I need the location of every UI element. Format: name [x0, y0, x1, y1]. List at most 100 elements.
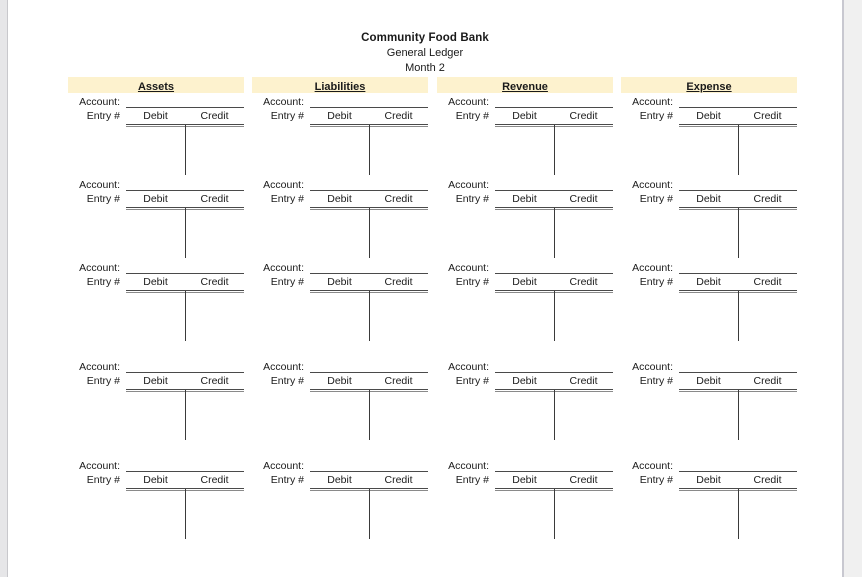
- t-account-side-labels: Account: Entry #: [252, 261, 304, 290]
- column-header-liabilities[interactable]: Liabilities: [252, 77, 428, 93]
- credit-column-header: Credit: [569, 474, 598, 486]
- debit-credit-header-row: Debit Credit: [679, 192, 797, 208]
- account-name-input[interactable]: [679, 372, 797, 373]
- account-label: Account:: [263, 460, 304, 472]
- credit-column-header: Credit: [384, 474, 413, 486]
- t-account-expense-2: Account: Entry # Debit Credit: [621, 178, 797, 258]
- account-name-input[interactable]: [126, 190, 244, 191]
- entry-number-label: Entry #: [270, 375, 304, 387]
- t-account-assets-5: Account: Entry # Debit Credit: [68, 459, 244, 539]
- credit-column-header: Credit: [753, 193, 782, 205]
- debit-credit-header-row: Debit Credit: [679, 275, 797, 291]
- t-account-divider: [184, 390, 186, 440]
- account-name-input[interactable]: [679, 190, 797, 191]
- account-label: Account:: [448, 179, 489, 191]
- t-account-divider: [737, 125, 739, 175]
- account-name-input[interactable]: [679, 107, 797, 108]
- account-name-input[interactable]: [310, 273, 428, 274]
- t-account-side-labels: Account: Entry #: [68, 459, 120, 488]
- t-account-side-labels: Account: Entry #: [621, 459, 673, 488]
- t-account-divider: [184, 489, 186, 539]
- t-account-side-labels: Account: Entry #: [252, 459, 304, 488]
- credit-column-header: Credit: [200, 375, 229, 387]
- account-name-input[interactable]: [495, 273, 613, 274]
- account-name-input[interactable]: [310, 107, 428, 108]
- column-header-assets[interactable]: Assets: [68, 77, 244, 93]
- account-name-input[interactable]: [495, 372, 613, 373]
- debit-column-header: Debit: [143, 110, 168, 122]
- debit-column-header: Debit: [327, 276, 352, 288]
- t-account-liabilities-2: Account: Entry # Debit Credit: [252, 178, 428, 258]
- debit-credit-header-row: Debit Credit: [310, 275, 428, 291]
- t-account-divider: [368, 291, 370, 341]
- account-label: Account:: [448, 361, 489, 373]
- debit-credit-header-row: Debit Credit: [310, 192, 428, 208]
- t-account-revenue-5: Account: Entry # Debit Credit: [437, 459, 613, 539]
- page-left-margin-strip: [0, 0, 8, 577]
- account-name-input[interactable]: [495, 190, 613, 191]
- account-name-input[interactable]: [126, 107, 244, 108]
- t-account-divider: [553, 125, 555, 175]
- debit-column-header: Debit: [696, 193, 721, 205]
- debit-column-header: Debit: [696, 110, 721, 122]
- account-name-input[interactable]: [679, 471, 797, 472]
- t-account-side-labels: Account: Entry #: [437, 95, 489, 124]
- t-account-side-labels: Account: Entry #: [621, 360, 673, 389]
- document-subtitle: General Ledger: [386, 47, 464, 59]
- debit-credit-header-row: Debit Credit: [126, 473, 244, 489]
- credit-column-header: Credit: [569, 193, 598, 205]
- t-account-divider: [553, 390, 555, 440]
- debit-credit-header-row: Debit Credit: [679, 374, 797, 390]
- account-name-input[interactable]: [126, 372, 244, 373]
- column-header-revenue[interactable]: Revenue: [437, 77, 613, 93]
- credit-column-header: Credit: [384, 193, 413, 205]
- account-name-input[interactable]: [495, 107, 613, 108]
- credit-column-header: Credit: [200, 193, 229, 205]
- account-name-input[interactable]: [126, 471, 244, 472]
- account-name-input[interactable]: [495, 471, 613, 472]
- account-label: Account:: [632, 262, 673, 274]
- account-name-input[interactable]: [679, 273, 797, 274]
- account-label: Account:: [79, 361, 120, 373]
- t-account-side-labels: Account: Entry #: [437, 360, 489, 389]
- debit-column-header: Debit: [512, 110, 537, 122]
- account-label: Account:: [632, 361, 673, 373]
- account-label: Account:: [448, 460, 489, 472]
- entry-number-label: Entry #: [455, 375, 489, 387]
- account-name-input[interactable]: [310, 471, 428, 472]
- column-header-label: Expense: [686, 81, 732, 93]
- debit-credit-header-row: Debit Credit: [126, 374, 244, 390]
- debit-column-header: Debit: [327, 193, 352, 205]
- entry-number-label: Entry #: [270, 474, 304, 486]
- entry-number-label: Entry #: [639, 110, 673, 122]
- t-account-divider: [368, 125, 370, 175]
- account-name-input[interactable]: [126, 273, 244, 274]
- t-account-expense-5: Account: Entry # Debit Credit: [621, 459, 797, 539]
- column-header-expense[interactable]: Expense: [621, 77, 797, 93]
- t-account-side-labels: Account: Entry #: [68, 178, 120, 207]
- t-account-assets-1: Account: Entry # Debit Credit: [68, 95, 244, 175]
- account-label: Account:: [632, 460, 673, 472]
- t-account-side-labels: Account: Entry #: [252, 360, 304, 389]
- entry-number-label: Entry #: [639, 276, 673, 288]
- debit-credit-header-row: Debit Credit: [679, 473, 797, 489]
- entry-number-label: Entry #: [455, 276, 489, 288]
- debit-credit-header-row: Debit Credit: [310, 374, 428, 390]
- debit-column-header: Debit: [512, 375, 537, 387]
- credit-column-header: Credit: [200, 474, 229, 486]
- document-period: Month 2: [405, 62, 445, 74]
- t-account-revenue-4: Account: Entry # Debit Credit: [437, 360, 613, 440]
- t-account-divider: [553, 208, 555, 258]
- debit-credit-header-row: Debit Credit: [495, 473, 613, 489]
- debit-credit-header-row: Debit Credit: [126, 275, 244, 291]
- t-account-liabilities-1: Account: Entry # Debit Credit: [252, 95, 428, 175]
- debit-credit-header-row: Debit Credit: [310, 109, 428, 125]
- account-name-input[interactable]: [310, 372, 428, 373]
- debit-column-header: Debit: [143, 193, 168, 205]
- t-account-divider: [184, 125, 186, 175]
- credit-column-header: Credit: [569, 375, 598, 387]
- t-account-side-labels: Account: Entry #: [437, 261, 489, 290]
- credit-column-header: Credit: [384, 375, 413, 387]
- t-account-assets-4: Account: Entry # Debit Credit: [68, 360, 244, 440]
- account-name-input[interactable]: [310, 190, 428, 191]
